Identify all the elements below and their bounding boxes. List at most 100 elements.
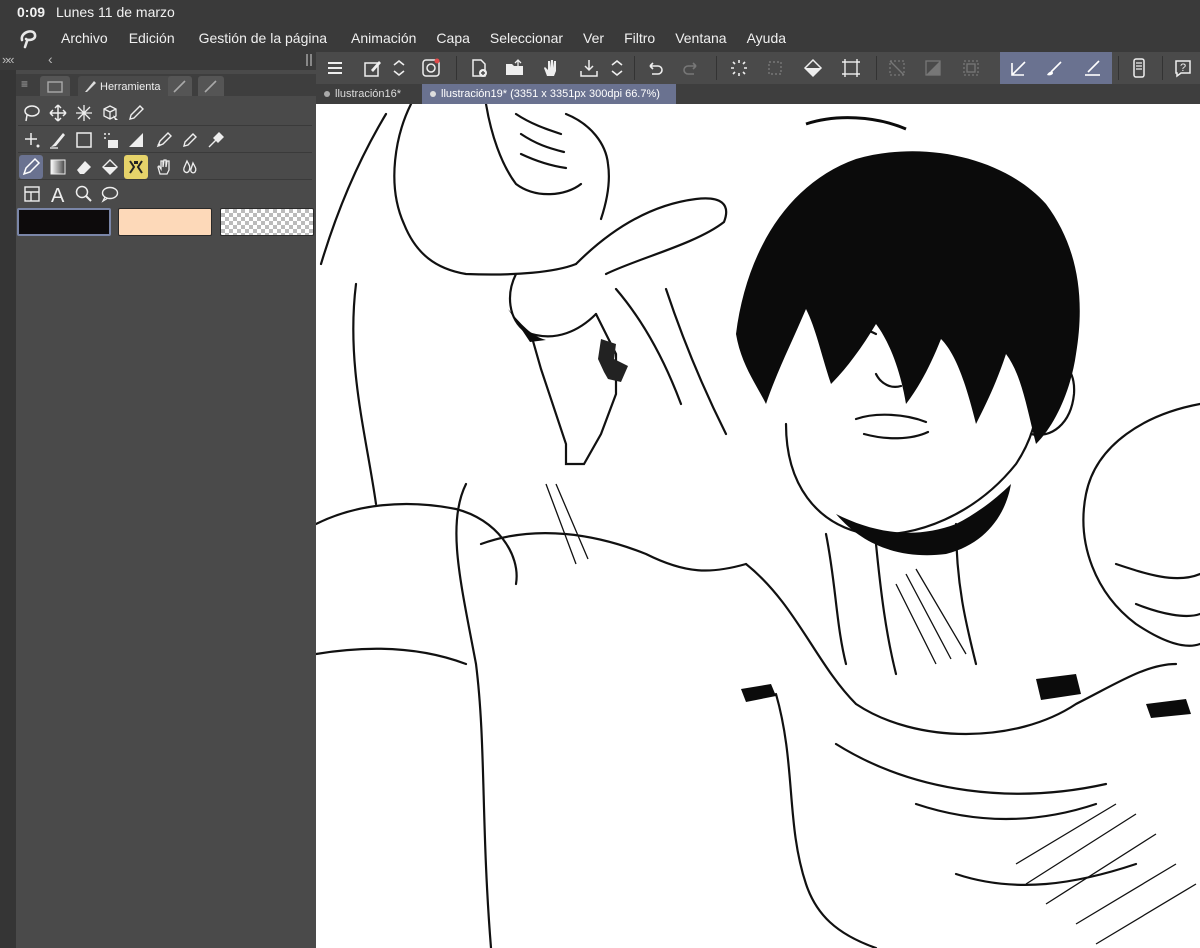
menu-animacion[interactable]: Animación bbox=[351, 30, 416, 46]
text-icon[interactable]: A bbox=[46, 182, 70, 206]
menu-archivo[interactable]: Archivo bbox=[61, 30, 108, 46]
loading-spinner-icon[interactable] bbox=[726, 56, 752, 80]
pen-tab-icon bbox=[173, 80, 186, 93]
ios-status-bar: 0:09 Lunes 11 de marzo bbox=[0, 0, 1200, 24]
ruler-icon[interactable] bbox=[124, 128, 148, 152]
unsaved-dot-icon bbox=[324, 91, 330, 98]
export-icon[interactable] bbox=[576, 56, 602, 80]
blend-drops-icon[interactable] bbox=[178, 155, 202, 179]
menu-filtro[interactable]: Filtro bbox=[624, 30, 655, 46]
brush-pen-icon[interactable] bbox=[46, 128, 70, 152]
lasso-select-icon[interactable] bbox=[20, 101, 44, 125]
object-select-icon[interactable] bbox=[98, 101, 122, 125]
help-icon[interactable]: ? bbox=[1170, 56, 1196, 80]
gradient-icon[interactable] bbox=[46, 155, 70, 179]
panel-tab-brush3[interactable] bbox=[198, 76, 224, 96]
rectangle-icon[interactable] bbox=[72, 128, 96, 152]
panel-menu-icon[interactable]: ≡ bbox=[21, 77, 28, 91]
fill-icon[interactable] bbox=[800, 56, 826, 80]
hide-selection-icon[interactable] bbox=[884, 56, 910, 80]
svg-text:?: ? bbox=[1180, 62, 1186, 74]
move-icon[interactable] bbox=[46, 101, 70, 125]
document-tab-1-label: llustración16* bbox=[335, 88, 402, 100]
document-tab-2-label: llustración19* (3351 x 3351px 300dpi 66.… bbox=[441, 88, 660, 100]
sub-color-swatch[interactable] bbox=[118, 208, 212, 236]
transparent-color-swatch[interactable] bbox=[220, 208, 314, 236]
hand-icon[interactable] bbox=[152, 155, 176, 179]
line-art-drawing bbox=[316, 104, 1200, 948]
panel-tab-tool-label: Herramienta bbox=[100, 81, 161, 93]
menu-gestion-pagina[interactable]: Gestión de la página bbox=[199, 30, 327, 46]
new-file-icon[interactable] bbox=[466, 56, 492, 80]
decoration-icon[interactable] bbox=[124, 155, 148, 179]
invert-selection-icon[interactable] bbox=[920, 56, 946, 80]
fill-dots-icon[interactable] bbox=[98, 128, 122, 152]
eraser-icon[interactable] bbox=[72, 155, 96, 179]
collapse-chevron-icon[interactable]: ‹ bbox=[48, 51, 53, 67]
frame-icon[interactable] bbox=[20, 182, 44, 206]
redo-icon[interactable] bbox=[678, 56, 704, 80]
auto-select-icon[interactable] bbox=[72, 101, 96, 125]
stabilizer-pen-icon[interactable] bbox=[1006, 56, 1032, 80]
svg-text:A: A bbox=[51, 185, 65, 204]
sparkle-icon[interactable] bbox=[20, 128, 44, 152]
menu-ver[interactable]: Ver bbox=[583, 30, 604, 46]
panel-tab-tool[interactable]: Herramienta bbox=[78, 76, 182, 96]
toolbar-separator bbox=[1118, 56, 1119, 80]
panel-grip-icon[interactable] bbox=[306, 54, 312, 66]
status-time: 0:09 bbox=[17, 4, 46, 20]
menu-bar: Archivo Edición Gestión de la página Ani… bbox=[0, 24, 1200, 52]
menu-ventana[interactable]: Ventana bbox=[675, 30, 726, 46]
main-color-swatch[interactable] bbox=[17, 208, 111, 236]
menu-capa[interactable]: Capa bbox=[436, 30, 469, 46]
toolbar-separator bbox=[634, 56, 635, 80]
smartphone-icon[interactable] bbox=[1126, 56, 1152, 80]
panel-tab-row: ≡ Herramienta bbox=[16, 74, 316, 96]
app-logo-icon[interactable] bbox=[16, 26, 40, 50]
open-folder-icon[interactable] bbox=[502, 56, 528, 80]
balloon-icon[interactable] bbox=[98, 182, 122, 206]
panel-top-bar: »« ‹ bbox=[0, 51, 316, 70]
pencil-tab-icon bbox=[204, 80, 217, 93]
drawing-canvas[interactable] bbox=[316, 104, 1200, 948]
tool-row-2 bbox=[18, 127, 312, 153]
tool-row-4: A bbox=[18, 181, 312, 207]
selection-border-icon[interactable] bbox=[958, 56, 984, 80]
hand-scroll-icon[interactable] bbox=[538, 56, 564, 80]
selection-clear-icon[interactable] bbox=[762, 56, 788, 80]
fill-bucket-icon[interactable] bbox=[98, 155, 122, 179]
transform-icon[interactable] bbox=[838, 56, 864, 80]
document-tab-1[interactable]: llustración16* bbox=[316, 84, 420, 104]
eyedropper-pen-icon[interactable] bbox=[124, 101, 148, 125]
pen-icon[interactable] bbox=[19, 155, 43, 179]
toolbar-separator bbox=[456, 56, 457, 80]
unsaved-dot-icon bbox=[430, 91, 436, 98]
toolbar-separator bbox=[876, 56, 877, 80]
stabilizer-ruler-icon[interactable] bbox=[1080, 56, 1106, 80]
undo-icon[interactable] bbox=[642, 56, 668, 80]
marker-icon[interactable] bbox=[178, 128, 202, 152]
chevron-updown-icon[interactable] bbox=[390, 56, 408, 80]
zoom-icon[interactable] bbox=[72, 182, 96, 206]
dropper-icon[interactable] bbox=[204, 128, 228, 152]
toolbar-separator bbox=[716, 56, 717, 80]
panel-tab-brush2[interactable] bbox=[168, 76, 192, 96]
menu-edicion[interactable]: Edición bbox=[129, 30, 175, 46]
panel-tab-subtool[interactable] bbox=[40, 76, 70, 96]
stabilizer-brush-icon[interactable] bbox=[1042, 56, 1068, 80]
main-menu: Archivo Edición Gestión de la página Ani… bbox=[61, 30, 786, 46]
panel-collapse-rail[interactable] bbox=[0, 52, 16, 948]
clip-studio-window: 0:09 Lunes 11 de marzo Archivo Edición G… bbox=[0, 0, 1200, 948]
menu-ayuda[interactable]: Ayuda bbox=[747, 30, 786, 46]
tool-row-3 bbox=[18, 154, 312, 180]
companion-app-icon[interactable] bbox=[418, 56, 444, 80]
chevron-updown-2-icon[interactable] bbox=[608, 56, 626, 80]
status-date: Lunes 11 de marzo bbox=[56, 4, 175, 20]
hamburger-menu-icon[interactable] bbox=[322, 56, 348, 80]
menu-seleccionar[interactable]: Seleccionar bbox=[490, 30, 563, 46]
brush-icon bbox=[85, 81, 96, 92]
edit-layer-icon[interactable] bbox=[360, 56, 386, 80]
pen-nib-icon[interactable] bbox=[152, 128, 176, 152]
expand-double-chevron-icon[interactable]: »« bbox=[2, 52, 15, 67]
document-tab-2-active[interactable]: llustración19* (3351 x 3351px 300dpi 66.… bbox=[422, 84, 676, 104]
